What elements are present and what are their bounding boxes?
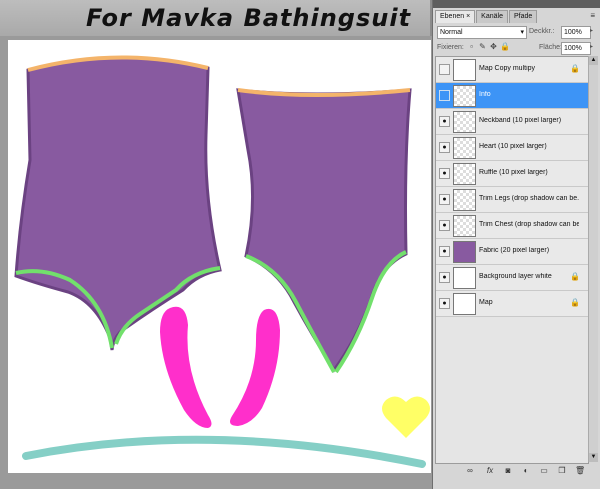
eye-icon[interactable]: ● xyxy=(439,246,450,257)
ruffle-left xyxy=(160,306,212,428)
new-layer-icon[interactable]: ❐ xyxy=(557,466,567,476)
canvas-title: For Mavka Bathingsuit xyxy=(86,4,412,32)
layer-row-info[interactable]: Info xyxy=(436,83,588,109)
layer-thumbnail xyxy=(453,267,476,289)
tab-pfade[interactable]: Pfade xyxy=(508,10,538,23)
layer-row-fabric[interactable]: ● Fabric (20 pixel larger) xyxy=(436,239,588,265)
group-icon[interactable]: ▭ xyxy=(539,466,549,476)
layer-thumbnail xyxy=(453,241,476,263)
eye-icon[interactable]: ● xyxy=(439,220,450,231)
blend-row: Normal ▾ Deckkr.: 100% ▸ xyxy=(437,26,597,39)
layer-thumbnail xyxy=(453,293,476,315)
visibility-toggle[interactable] xyxy=(439,64,450,75)
fabric-left-piece xyxy=(14,56,222,351)
mask-icon[interactable]: ◙ xyxy=(503,466,513,476)
neckband-strip xyxy=(22,435,426,468)
layer-thumbnail xyxy=(453,163,476,185)
lock-move-icon[interactable]: ✥ xyxy=(489,42,498,51)
fill-input[interactable]: 100% xyxy=(561,42,591,55)
panel-tabs: Ebenen × Kanäle Pfade xyxy=(435,10,538,23)
layer-name: Neckband (10 pixel larger) xyxy=(479,117,562,124)
lock-brush-icon[interactable]: ✎ xyxy=(478,42,487,51)
layer-name: Info xyxy=(479,91,491,98)
chevron-down-icon: ▾ xyxy=(520,29,524,36)
layer-thumbnail xyxy=(453,85,476,107)
layer-name: Heart (10 pixel larger) xyxy=(479,143,547,150)
layers-scrollbar[interactable]: ▲ ▼ xyxy=(588,56,598,462)
tab-kanaele[interactable]: Kanäle xyxy=(476,10,508,23)
link-icon[interactable]: ∞ xyxy=(465,466,475,476)
visibility-toggle[interactable] xyxy=(439,90,450,101)
layer-name: Map xyxy=(479,299,493,306)
eye-icon[interactable]: ● xyxy=(439,272,450,283)
lock-icon: 🔒 xyxy=(570,272,580,281)
ruffle-right xyxy=(230,308,280,426)
blend-mode-select[interactable]: Normal ▾ xyxy=(437,26,527,39)
panel-menu-icon[interactable]: ≡ xyxy=(590,11,595,20)
blend-mode-value: Normal xyxy=(440,29,463,36)
eye-icon[interactable]: ● xyxy=(439,194,450,205)
panel-footer: ∞ fx ◙ ◐ ▭ ❐ 🗑 xyxy=(435,464,599,478)
layer-row-ruffle[interactable]: ● Ruffle (10 pixel larger) xyxy=(436,161,588,187)
opacity-label: Deckkr.: xyxy=(529,28,555,35)
layer-name: Ruffle (10 pixel larger) xyxy=(479,169,548,176)
artwork xyxy=(14,55,430,468)
layer-thumbnail xyxy=(453,59,476,81)
opacity-arrow-icon[interactable]: ▸ xyxy=(590,26,593,37)
lock-label: Fixieren: xyxy=(437,44,464,51)
layer-row-heart[interactable]: ● Heart (10 pixel larger) xyxy=(436,135,588,161)
eye-icon[interactable]: ● xyxy=(439,142,450,153)
panel-header-strip xyxy=(433,0,600,8)
trash-icon[interactable]: 🗑 xyxy=(575,466,585,476)
fx-icon[interactable]: fx xyxy=(485,466,495,476)
fill-arrow-icon[interactable]: ▸ xyxy=(590,42,593,53)
lock-all-icon[interactable]: 🔒 xyxy=(500,42,510,51)
scroll-up-icon[interactable]: ▲ xyxy=(589,56,598,65)
scroll-down-icon[interactable]: ▼ xyxy=(589,453,598,462)
layer-name: Map Copy multipy xyxy=(479,65,536,72)
layer-row-map-copy[interactable]: Map Copy multipy 🔒 xyxy=(436,57,588,83)
document-canvas[interactable] xyxy=(8,40,431,473)
layer-name: Background layer white xyxy=(479,273,552,280)
layer-row-neckband[interactable]: ● Neckband (10 pixel larger) xyxy=(436,109,588,135)
fill-label: Fläche: xyxy=(539,44,562,51)
layer-row-background[interactable]: ● Background layer white 🔒 xyxy=(436,265,588,291)
lock-icon: 🔒 xyxy=(570,298,580,307)
layer-row-trim-chest[interactable]: ● Trim Chest (drop shadow can be... xyxy=(436,213,588,239)
lock-transparency-icon[interactable]: ▫ xyxy=(467,42,476,51)
layer-row-map[interactable]: ● Map 🔒 xyxy=(436,291,588,317)
eye-icon[interactable]: ● xyxy=(439,168,450,179)
layer-name: Trim Legs (drop shadow can be... xyxy=(479,195,579,202)
opacity-input[interactable]: 100% xyxy=(561,26,591,39)
layer-thumbnail xyxy=(453,111,476,133)
lock-row: Fixieren: ▫ ✎ ✥ 🔒 Fläche: 100% ▸ xyxy=(437,42,597,55)
tab-ebenen[interactable]: Ebenen × xyxy=(435,10,476,23)
eye-icon[interactable]: ● xyxy=(439,116,450,127)
eye-icon[interactable]: ● xyxy=(439,298,450,309)
layer-thumbnail xyxy=(453,189,476,211)
layer-name: Fabric (20 pixel larger) xyxy=(479,247,550,254)
adjustment-icon[interactable]: ◐ xyxy=(521,466,531,476)
layer-name: Trim Chest (drop shadow can be... xyxy=(479,221,579,228)
layer-row-trim-legs[interactable]: ● Trim Legs (drop shadow can be... xyxy=(436,187,588,213)
lock-icon: 🔒 xyxy=(570,64,580,73)
layers-list: Map Copy multipy 🔒 Info ● Neckband (10 p… xyxy=(435,56,589,464)
layer-thumbnail xyxy=(453,215,476,237)
heart-shape xyxy=(382,396,430,438)
layers-panel: Ebenen × Kanäle Pfade ≡ Normal ▾ Deckkr.… xyxy=(432,0,600,489)
layer-thumbnail xyxy=(453,137,476,159)
title-bar: For Mavka Bathingsuit xyxy=(0,0,430,37)
